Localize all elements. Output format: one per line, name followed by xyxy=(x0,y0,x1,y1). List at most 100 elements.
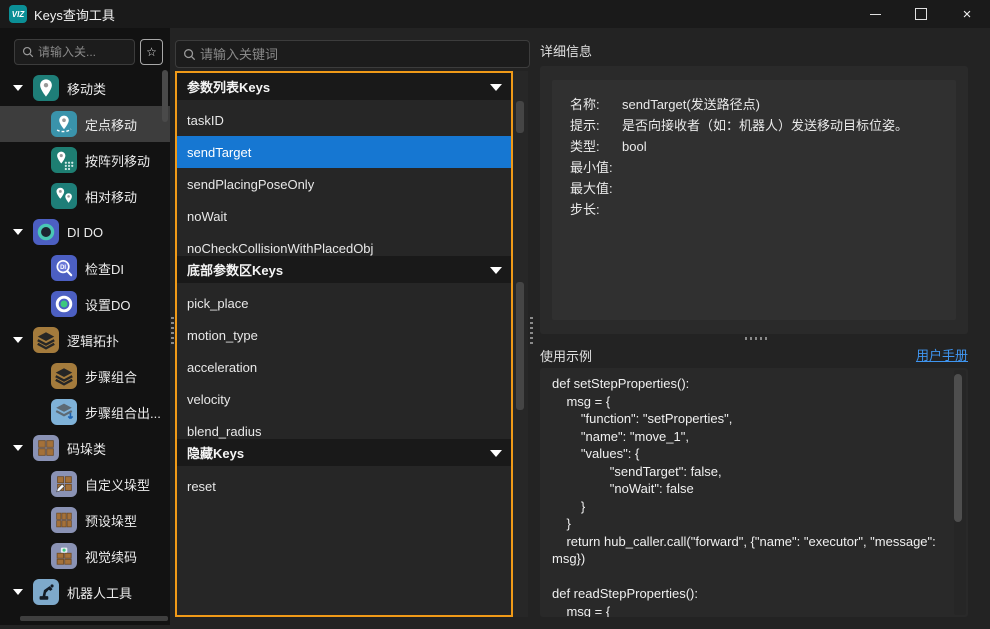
scrollbar-thumb[interactable] xyxy=(162,70,168,122)
tree-item-label: 检查DI xyxy=(85,259,124,278)
app-logo-icon: VIZ xyxy=(9,5,27,23)
tree-item[interactable]: 码垛类 xyxy=(0,430,170,466)
section-title: 参数列表Keys xyxy=(187,77,270,96)
tree-item[interactable]: 逻辑拓扑 xyxy=(0,322,170,358)
params-keys-list: taskIDsendTargetsendPlacingPoseOnlynoWai… xyxy=(177,100,511,256)
search-icon xyxy=(183,48,196,61)
splitter-handle-right[interactable] xyxy=(530,317,533,345)
layers-icon xyxy=(51,363,77,389)
expander-arrow-icon[interactable] xyxy=(13,445,23,451)
splitter-handle-left[interactable] xyxy=(171,317,174,345)
expander-arrow-icon[interactable] xyxy=(13,229,23,235)
tree-item[interactable]: 移动类 xyxy=(0,70,170,106)
tree-item-label: 定点移动 xyxy=(85,115,137,134)
key-list-item[interactable]: noWait xyxy=(177,200,511,232)
example-code-panel: def setStepProperties(): msg = { "functi… xyxy=(540,368,968,617)
splitter-handle-horizontal[interactable] xyxy=(745,337,769,340)
expander-arrow-icon[interactable] xyxy=(13,589,23,595)
ring-green-icon xyxy=(51,291,77,317)
detail-field-value: 是否向接收者（如：机器人）发送移动目标位姿。 xyxy=(622,115,908,136)
key-list-item[interactable]: blend_radius xyxy=(177,415,511,439)
tree-item-label: 步骤组合出... xyxy=(85,403,161,422)
tree-item[interactable]: 自定义垛型 xyxy=(0,466,170,502)
sidebar-vertical-scrollbar[interactable] xyxy=(162,70,168,620)
pallet-grid-icon xyxy=(51,507,77,533)
key-list-item[interactable]: sendPlacingPoseOnly xyxy=(177,168,511,200)
svg-text:DI: DI xyxy=(60,265,66,271)
pin-pair-icon xyxy=(51,183,77,209)
category-tree: 移动类 定点移动 按阵列移动 相对移动 xyxy=(0,70,170,620)
tree-item-label: 设置DO xyxy=(85,295,131,314)
collapse-arrow-icon[interactable] xyxy=(490,450,502,457)
user-manual-link[interactable]: 用户手册 xyxy=(916,345,968,364)
tree-item[interactable]: 设置DO xyxy=(0,286,170,322)
tree-item-label: 相对移动 xyxy=(85,187,137,206)
key-list-item[interactable]: velocity xyxy=(177,383,511,415)
ring-teal-icon xyxy=(33,219,59,245)
details-title: 详细信息 xyxy=(540,41,592,60)
detail-row: 最大值: xyxy=(570,178,946,199)
bottom-keys-list: pick_placemotion_typeaccelerationvelocit… xyxy=(177,283,511,439)
layers-icon xyxy=(33,327,59,353)
tree-item[interactable]: 视觉续码 xyxy=(0,538,170,574)
pallet-icon xyxy=(33,435,59,461)
tree-item-label: DI DO xyxy=(67,225,103,240)
collapse-arrow-icon[interactable] xyxy=(490,267,502,274)
key-list-item[interactable]: reset xyxy=(177,470,511,502)
code-scrollbar-thumb[interactable] xyxy=(954,374,962,522)
tree-item[interactable]: 步骤组合 xyxy=(0,358,170,394)
layers-out-icon xyxy=(51,399,77,425)
pallet-camera-icon xyxy=(51,543,77,569)
tree-item-label: 逻辑拓扑 xyxy=(67,331,119,350)
section-header-bottom[interactable]: 底部参数区Keys xyxy=(177,256,511,283)
key-list-item[interactable]: pick_place xyxy=(177,287,511,319)
expander-arrow-icon[interactable] xyxy=(13,85,23,91)
detail-field-label: 最小值: xyxy=(570,157,622,178)
maximize-button[interactable] xyxy=(898,0,944,28)
key-list-item[interactable]: sendTarget xyxy=(177,136,511,168)
key-list-item[interactable]: acceleration xyxy=(177,351,511,383)
sidebar-search-input[interactable] xyxy=(38,45,134,59)
tree-item[interactable]: 相对移动 xyxy=(0,178,170,214)
key-list-item[interactable]: motion_type xyxy=(177,319,511,351)
tree-item[interactable]: DI DO xyxy=(0,214,170,250)
keys-list-panel: 参数列表Keys taskIDsendTargetsendPlacingPose… xyxy=(175,71,513,617)
tree-item-label: 按阵列移动 xyxy=(85,151,150,170)
tree-item[interactable]: 步骤组合出... xyxy=(0,394,170,430)
tree-item[interactable]: 按阵列移动 xyxy=(0,142,170,178)
keys-search-box xyxy=(175,40,530,68)
tree-item[interactable]: 机器人工具 xyxy=(0,574,170,610)
tree-item-label: 移动类 xyxy=(67,79,106,98)
section-header-hidden[interactable]: 隐藏Keys xyxy=(177,439,511,466)
tree-item[interactable]: DI 检查DI xyxy=(0,250,170,286)
detail-row: 步长: xyxy=(570,199,946,220)
pallet-edit-icon xyxy=(51,471,77,497)
maximize-icon xyxy=(915,8,927,20)
close-button[interactable]: × xyxy=(944,0,990,28)
tree-item-label: 机器人工具 xyxy=(67,583,132,602)
expander-arrow-icon[interactable] xyxy=(13,337,23,343)
params-scrollbar-thumb[interactable] xyxy=(516,101,524,133)
details-panel: 名称: sendTarget(发送路径点) 提示: 是否向接收者（如：机器人）发… xyxy=(540,66,968,334)
tree-item[interactable]: 预设垛型 xyxy=(0,502,170,538)
window-controls: × xyxy=(852,0,990,28)
pin-grid-icon xyxy=(51,147,77,173)
section-title: 隐藏Keys xyxy=(187,443,244,462)
section-header-params[interactable]: 参数列表Keys xyxy=(177,73,511,100)
detail-field-value: sendTarget(发送路径点) xyxy=(622,94,760,115)
detail-field-label: 提示: xyxy=(570,115,622,136)
tree-item-label: 码垛类 xyxy=(67,439,106,458)
title-bar: VIZ Keys查询工具 × xyxy=(0,0,990,28)
code-scrollbar[interactable] xyxy=(954,370,966,615)
sidebar-horizontal-scrollbar[interactable] xyxy=(20,616,168,621)
favorites-button[interactable]: ☆ xyxy=(140,39,163,65)
minimize-button[interactable] xyxy=(852,0,898,28)
example-title: 使用示例 xyxy=(540,346,592,365)
key-list-item[interactable]: taskID xyxy=(177,104,511,136)
keys-search-input[interactable] xyxy=(200,47,529,62)
bottom-scrollbar-thumb[interactable] xyxy=(516,282,524,410)
key-list-item[interactable]: noCheckCollisionWithPlacedObj xyxy=(177,232,511,256)
tree-item[interactable]: 定点移动 xyxy=(0,106,170,142)
collapse-arrow-icon[interactable] xyxy=(490,84,502,91)
section-title: 底部参数区Keys xyxy=(187,260,283,279)
